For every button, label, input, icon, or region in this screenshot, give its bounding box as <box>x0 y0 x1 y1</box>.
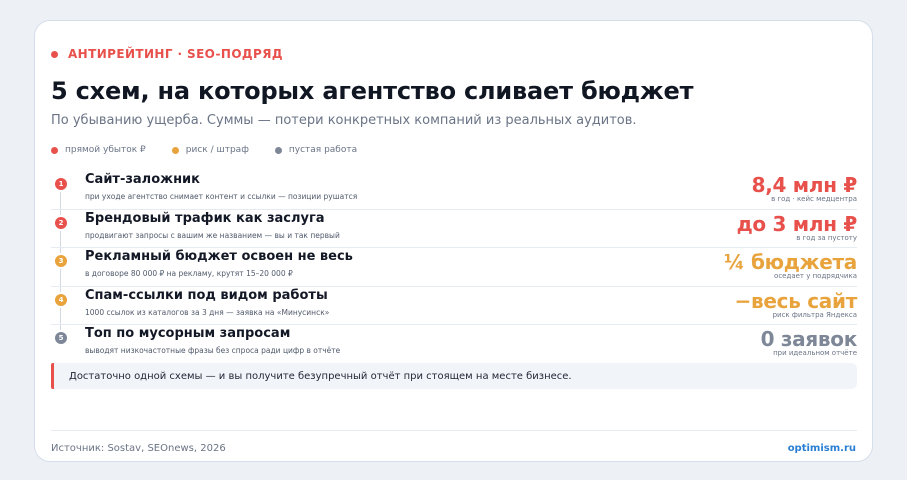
row-value: до 3 млн ₽ <box>736 211 858 236</box>
row-note: риск фильтра Яндекса <box>772 310 857 319</box>
row-description: выводят низкочастотные фразы без спроса … <box>85 346 341 355</box>
scheme-list: 1 Сайт-заложник при уходе агентство сним… <box>51 171 857 364</box>
red-dot-icon <box>51 146 58 154</box>
scheme-row-4: 4 Спам-ссылки под видом работы 1000 ссыл… <box>51 287 858 325</box>
page-subtitle: По убыванию ущерба. Суммы — потери конкр… <box>51 113 637 128</box>
row-note: оседает у подрядчика <box>774 272 857 280</box>
row-note: при идеальном отчёте <box>773 349 857 357</box>
row-title: Брендовый трафик как заслуга <box>85 210 325 226</box>
row-title: Спам-ссылки под видом работы <box>85 287 328 303</box>
scheme-row-2: 2 Брендовый трафик как заслуга продвигаю… <box>51 210 858 248</box>
row-number-badge: 2 <box>55 216 67 229</box>
row-value: −весь сайт <box>734 288 858 313</box>
row-value: 0 заявок <box>760 327 858 351</box>
eyebrow: АНТИРЕЙТИНГ · SEO-ПОДРЯД <box>51 47 283 61</box>
row-number-badge: 1 <box>55 178 67 190</box>
row-number-badge: 3 <box>55 255 67 267</box>
row-description: при уходе агентство снимает контент и сс… <box>85 192 358 201</box>
row-note: в год за пустоту <box>796 233 857 242</box>
row-value: 8,4 млн ₽ <box>751 173 858 197</box>
legend-item-loss: прямой убыток ₽ <box>51 145 146 155</box>
scheme-row-5: 5 Топ по мусорным запросам выводят низко… <box>51 325 857 364</box>
legend-label: пустая работа <box>288 145 358 155</box>
callout-note: Достаточно одной схемы — и вы получите б… <box>51 363 857 389</box>
row-title: Топ по мусорным запросам <box>85 326 291 341</box>
row-number-badge: 4 <box>55 293 67 306</box>
legend-item-empty: пустая работа <box>274 145 358 155</box>
site-link[interactable]: optimism.ru <box>788 443 856 454</box>
row-number-badge: 5 <box>55 332 67 344</box>
legend-item-risk: риск / штраф <box>171 145 249 155</box>
legend-label: прямой убыток ₽ <box>65 145 146 155</box>
footer-divider <box>51 430 857 431</box>
source-credit: Источник: Sostav, SEOnews, 2026 <box>51 443 226 454</box>
row-title: Сайт-заложник <box>85 172 200 187</box>
row-description: продвигают запросы с вашим же названием … <box>85 230 340 240</box>
scheme-row-3: 3 Рекламный бюджет освоен не весь в дого… <box>51 248 857 287</box>
row-title: Рекламный бюджет освоен не весь <box>85 249 353 264</box>
page-title: 5 схем, на которых агентство сливает бюд… <box>51 77 694 105</box>
row-value: ¼ бюджета <box>723 250 857 274</box>
scheme-row-1: 1 Сайт-заложник при уходе агентство сним… <box>51 171 857 210</box>
legend: прямой убыток ₽ риск / штраф пустая рабо… <box>51 145 383 155</box>
row-note: в год · кейс медцентра <box>771 195 857 203</box>
legend-label: риск / штраф <box>185 145 249 155</box>
infographic-card: АНТИРЕЙТИНГ · SEO-ПОДРЯД 5 схем, на кото… <box>34 20 873 462</box>
gray-dot-icon <box>274 146 282 154</box>
row-description: в договоре 80 000 ₽ на рекламу, крутят 1… <box>85 269 293 278</box>
eyebrow-dot-icon <box>51 50 58 58</box>
row-description: 1000 ссылок из каталогов за 3 дня — заяв… <box>85 307 330 317</box>
eyebrow-label: АНТИРЕЙТИНГ · SEO-ПОДРЯД <box>68 47 283 61</box>
orange-dot-icon <box>171 146 179 154</box>
